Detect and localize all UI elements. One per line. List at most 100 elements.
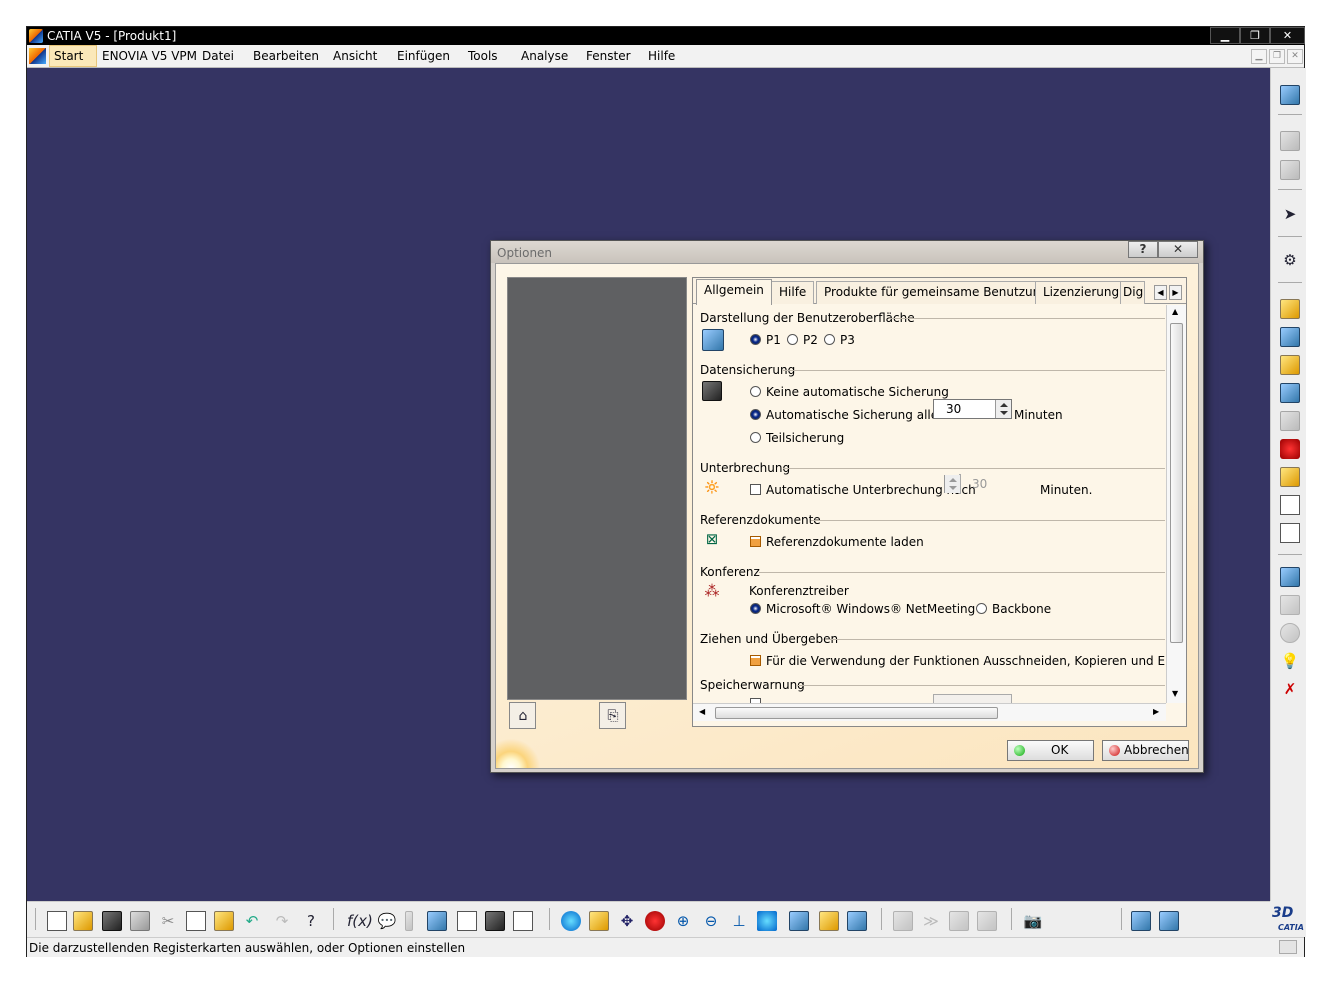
auto-save-interval-spinner[interactable]: 30: [933, 399, 1012, 419]
interrupt-interval-spinner[interactable]: 30: [944, 474, 987, 494]
graph-tree-reorder-icon[interactable]: [1280, 439, 1300, 459]
new-component-icon[interactable]: [1280, 299, 1300, 319]
copy-icon[interactable]: [186, 911, 206, 931]
horizontal-scroll-thumb[interactable]: [715, 707, 998, 719]
hide-show-icon[interactable]: [1280, 623, 1300, 643]
menu-start[interactable]: Start: [54, 49, 83, 63]
table-disabled-icon[interactable]: [405, 911, 413, 931]
new-icon[interactable]: [47, 911, 67, 931]
window-titlebar[interactable]: CATIA V5 - [Produkt1] ▁ ❐ ✕: [27, 27, 1305, 45]
explode-icon[interactable]: [1131, 911, 1151, 931]
radio-p1[interactable]: [750, 334, 761, 345]
menu-ansicht[interactable]: Ansicht: [333, 49, 377, 63]
lightbulb-icon[interactable]: 💡: [1280, 651, 1300, 671]
tab-scroll-right[interactable]: ▶: [1169, 285, 1182, 300]
spinner-arrows-icon[interactable]: [995, 400, 1011, 418]
rotate-icon[interactable]: [645, 911, 665, 931]
new-part-icon[interactable]: [1280, 355, 1300, 375]
menu-tools[interactable]: Tools: [468, 49, 498, 63]
cancel-button[interactable]: Abbrechen: [1102, 740, 1189, 761]
menu-hilfe[interactable]: Hilfe: [648, 49, 675, 63]
product-structure-tools-icon[interactable]: [457, 911, 477, 931]
lock-icon[interactable]: [485, 911, 505, 931]
tab-produkte[interactable]: Produkte für gemeinsame Benutzung: [816, 281, 1056, 304]
whats-this-icon[interactable]: ?: [301, 911, 321, 931]
fit-all-icon[interactable]: [589, 911, 609, 931]
vertical-scroll-thumb[interactable]: [1170, 323, 1183, 643]
menu-enovia[interactable]: ENOVIA V5 VPM: [102, 49, 197, 63]
next-icon[interactable]: ≫: [921, 911, 941, 931]
scan-icon[interactable]: ⚙: [1280, 250, 1300, 270]
camera-capture-icon[interactable]: 📷: [1023, 911, 1043, 931]
new-product-icon[interactable]: [1280, 327, 1300, 347]
fast-multi-instantiation-icon[interactable]: [1280, 595, 1300, 615]
tab-scroll-left[interactable]: ◀: [1154, 285, 1167, 300]
snap-icon[interactable]: [977, 911, 997, 931]
swap-visible-space-icon[interactable]: [847, 911, 867, 931]
catalog-icon[interactable]: [1280, 131, 1300, 151]
close-button[interactable]: ✕: [1270, 27, 1305, 44]
dialog-close-button[interactable]: ✕: [1158, 241, 1198, 258]
scroll-right-icon[interactable]: ▶: [1153, 707, 1159, 716]
radio-p3[interactable]: [824, 334, 835, 345]
save-icon[interactable]: [102, 911, 122, 931]
menu-bearbeiten[interactable]: Bearbeiten: [253, 49, 319, 63]
tab-dig[interactable]: Dig: [1120, 281, 1145, 304]
radio-auto-sicherung[interactable]: [750, 409, 761, 420]
update-icon[interactable]: [893, 911, 913, 931]
menu-datei[interactable]: Datei: [202, 49, 234, 63]
memory-warning-spinner[interactable]: [933, 694, 1012, 703]
manage-representations-icon[interactable]: [1280, 523, 1300, 543]
formula-icon[interactable]: f(x): [347, 911, 373, 931]
product-structure-icon[interactable]: [1280, 85, 1300, 105]
manipulate-icon[interactable]: [949, 911, 969, 931]
menu-analyse[interactable]: Analyse: [521, 49, 568, 63]
multi-instantiation-icon[interactable]: [1280, 567, 1300, 587]
design-table-icon[interactable]: [427, 911, 447, 931]
undo-icon[interactable]: ↶: [242, 911, 262, 931]
open-icon[interactable]: [73, 911, 93, 931]
document-menu-icon[interactable]: [29, 48, 46, 64]
scroll-left-icon[interactable]: ◀: [699, 707, 705, 716]
radio-p2[interactable]: [787, 334, 798, 345]
normal-view-icon[interactable]: ⊥: [729, 911, 749, 931]
constraints-list-icon[interactable]: [513, 911, 533, 931]
doc-close-button[interactable]: ✕: [1287, 49, 1303, 64]
help-button[interactable]: ?: [1128, 241, 1158, 258]
constraint-delete-icon[interactable]: ✗: [1280, 679, 1300, 699]
redo-icon[interactable]: ↷: [272, 911, 292, 931]
views-icon[interactable]: [757, 911, 777, 931]
horizontal-scrollbar[interactable]: ◀ ▶: [693, 703, 1166, 721]
status-command-icon[interactable]: [1279, 940, 1297, 954]
cut-icon[interactable]: ✂: [158, 911, 178, 931]
menu-einfuegen[interactable]: Einfügen: [397, 49, 450, 63]
doc-minimize-button[interactable]: ▁: [1251, 49, 1267, 64]
restore-button[interactable]: ❐: [1240, 27, 1270, 44]
minimize-button[interactable]: ▁: [1210, 27, 1240, 44]
doc-restore-button[interactable]: ❐: [1269, 49, 1285, 64]
fly-mode-icon[interactable]: [561, 911, 581, 931]
tab-hilfe[interactable]: Hilfe: [771, 281, 815, 304]
pan-icon[interactable]: ✥: [617, 911, 637, 931]
paste-icon[interactable]: [214, 911, 234, 931]
export-options-icon[interactable]: ⎘: [599, 702, 626, 729]
zoom-in-icon[interactable]: ⊕: [673, 911, 693, 931]
radio-keine-sicherung[interactable]: [750, 386, 761, 397]
vertical-scrollbar[interactable]: ▲ ▼: [1166, 305, 1186, 703]
shading-icon[interactable]: [789, 911, 809, 931]
dialog-titlebar[interactable]: Optionen ? ✕: [491, 241, 1203, 263]
existing-component-icon[interactable]: [1280, 383, 1300, 403]
replace-component-icon[interactable]: [1280, 411, 1300, 431]
zoom-out-icon[interactable]: ⊖: [701, 911, 721, 931]
catalog-browser-icon[interactable]: [1280, 160, 1300, 180]
tab-lizenzierung[interactable]: Lizenzierung: [1035, 281, 1128, 304]
ok-button[interactable]: OK: [1007, 740, 1094, 761]
print-icon[interactable]: [130, 911, 150, 931]
tab-allgemein[interactable]: Allgemein: [696, 279, 772, 305]
spinner-arrows-icon[interactable]: [944, 475, 960, 493]
reset-options-icon[interactable]: ⌂: [509, 702, 536, 729]
clash-icon[interactable]: [1159, 911, 1179, 931]
radio-netmeeting[interactable]: [750, 603, 761, 614]
selective-load-icon[interactable]: [1280, 495, 1300, 515]
checkbox-unterbrechung[interactable]: [750, 484, 761, 495]
